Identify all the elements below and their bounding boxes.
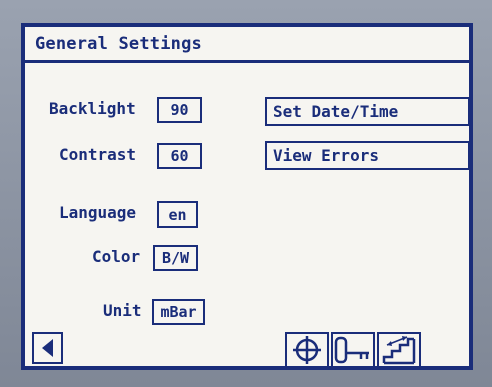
level-button[interactable] — [377, 332, 421, 368]
settings-screen: General Settings Backlight 90 Contrast 6… — [21, 23, 473, 370]
security-button[interactable] — [331, 332, 375, 368]
crosshair-icon — [293, 336, 321, 364]
unit-value-field[interactable]: mBar — [152, 299, 205, 325]
device-bezel: General Settings Backlight 90 Contrast 6… — [0, 0, 492, 387]
view-errors-label: View Errors — [273, 146, 379, 165]
language-value-field[interactable]: en — [157, 201, 198, 228]
color-value-field[interactable]: B/W — [153, 245, 198, 271]
key-icon — [334, 336, 369, 364]
back-arrow-icon — [41, 339, 53, 357]
backlight-label: Backlight — [49, 99, 136, 118]
contrast-value-field[interactable]: 60 — [157, 143, 202, 169]
unit-label: Unit — [103, 301, 142, 320]
page-title: General Settings — [35, 34, 202, 54]
contrast-label: Contrast — [59, 145, 137, 164]
calibrate-button[interactable] — [285, 332, 329, 368]
view-errors-button[interactable]: View Errors — [265, 141, 470, 170]
backlight-value-field[interactable]: 90 — [157, 97, 202, 123]
set-date-time-button[interactable]: Set Date/Time — [265, 97, 470, 126]
stairs-icon — [382, 336, 416, 365]
back-button[interactable] — [32, 332, 63, 364]
color-label: Color — [92, 247, 141, 266]
title-bar: General Settings — [25, 27, 469, 63]
set-date-time-label: Set Date/Time — [273, 102, 399, 121]
language-label: Language — [59, 203, 137, 222]
